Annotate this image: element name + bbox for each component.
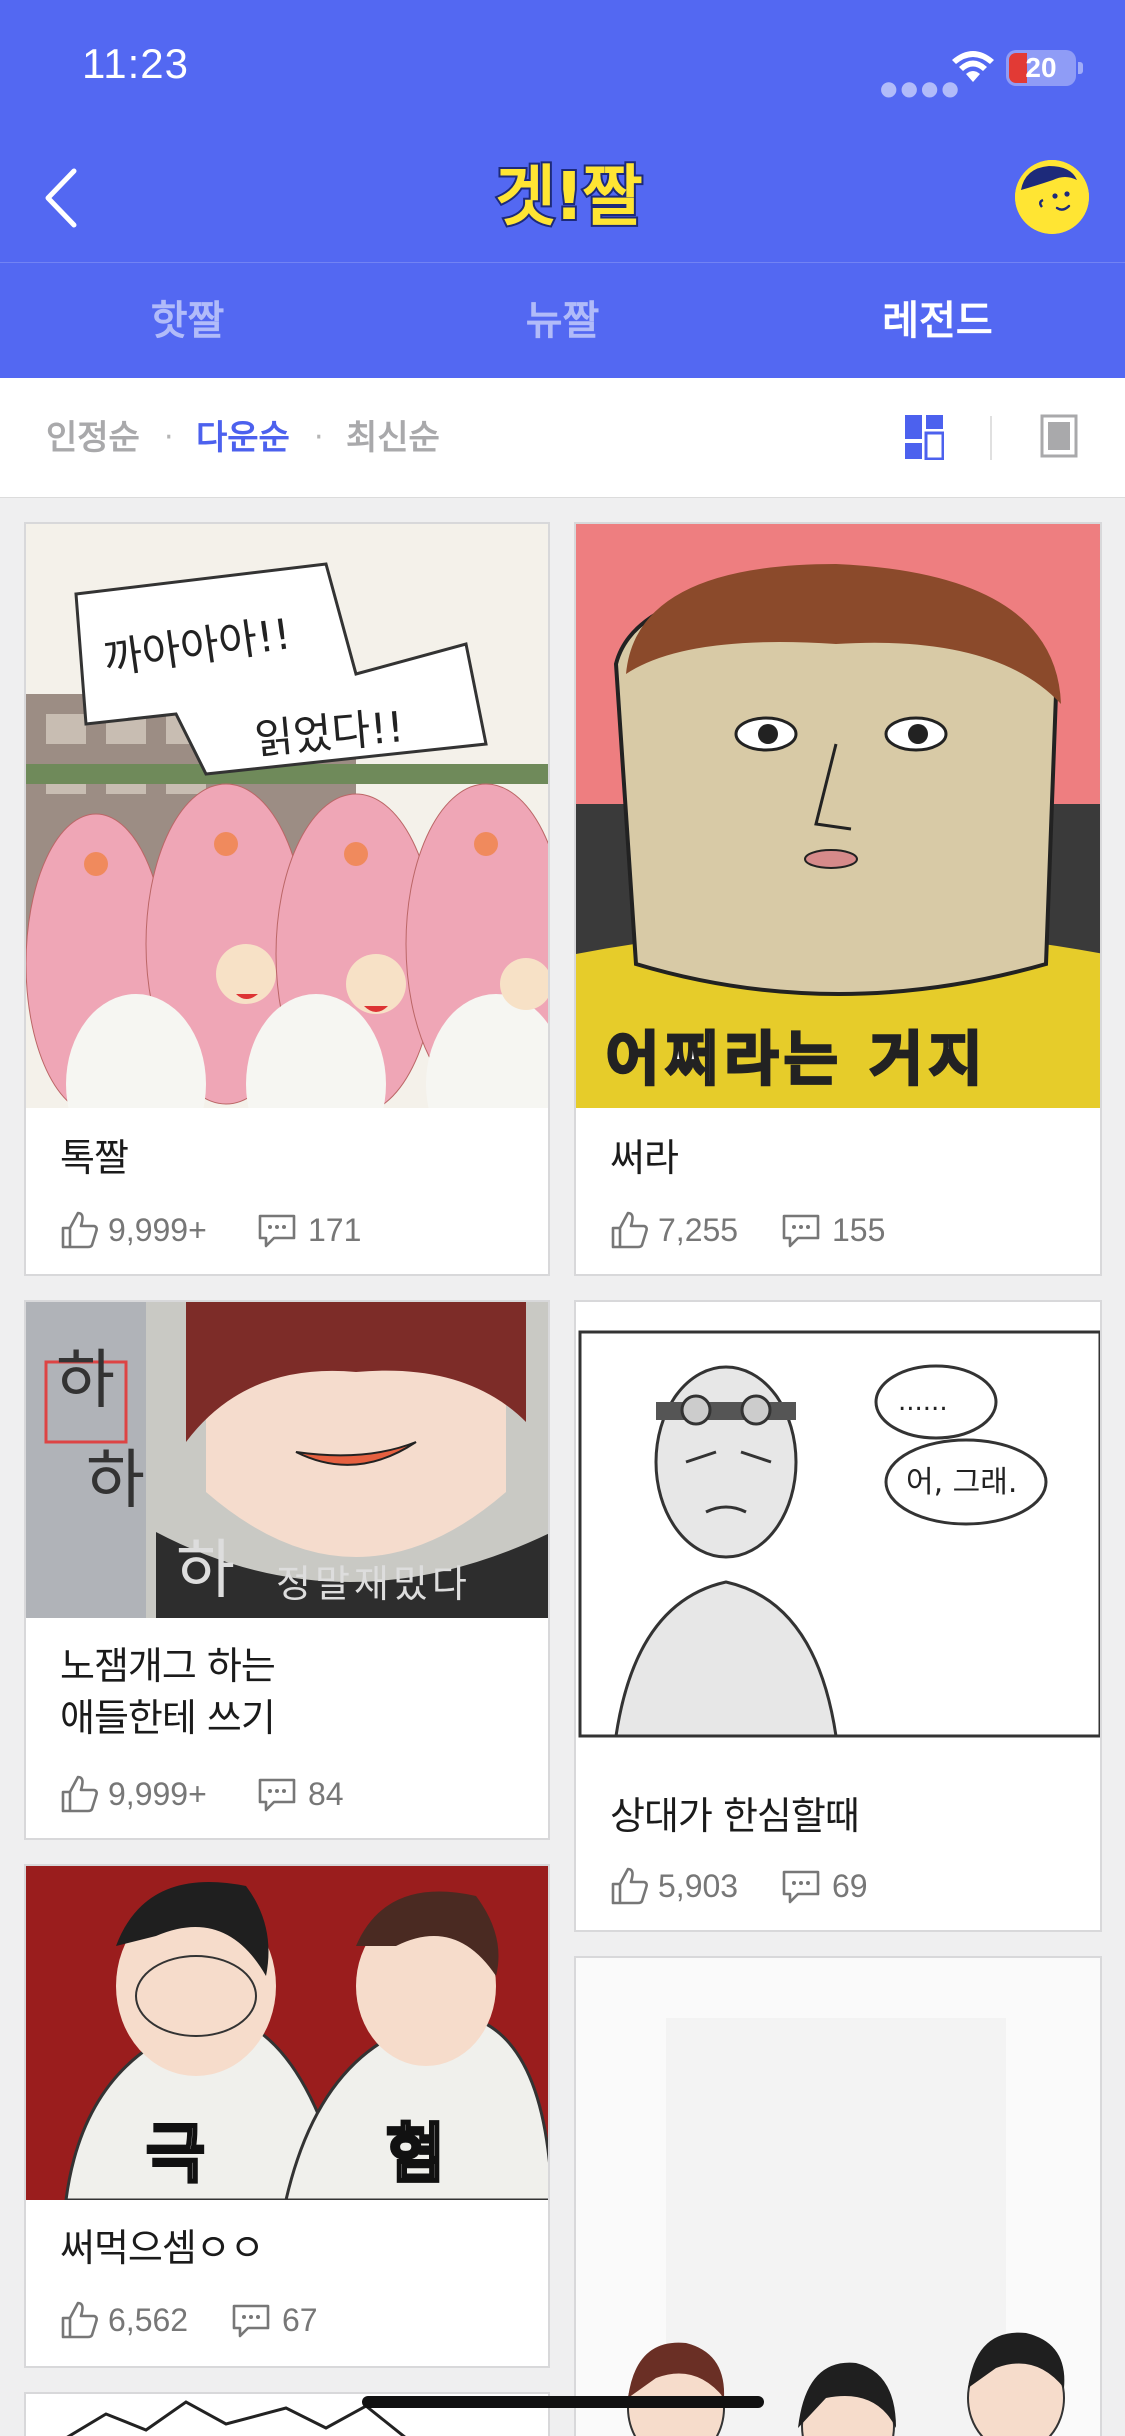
battery-icon: 20 (1006, 50, 1076, 86)
post-title: 써먹으셈ㅇㅇ (60, 2226, 265, 2270)
post-thumbnail[interactable]: 까아아아!! 읽었다!! (26, 524, 548, 1108)
tab-legend[interactable]: 레전드 (750, 263, 1125, 379)
post-thumbnail[interactable]: 극 혐 (26, 1866, 548, 2200)
post-stats: 6,562 67 (60, 2300, 520, 2340)
like-count: 5,903 (658, 1868, 739, 1904)
profile-avatar[interactable] (1015, 160, 1089, 234)
like-thumb-icon (61, 1775, 98, 1813)
list-view-icon[interactable] (1040, 414, 1078, 458)
sort-downloads[interactable]: 다운순 (196, 378, 290, 498)
speech-text: ...... (898, 1387, 948, 1417)
category-tabs: 핫짤 뉴짤 레전드 (0, 262, 1125, 378)
sort-recommended[interactable]: 인정순 (46, 378, 140, 498)
status-time: 11:23 (82, 40, 189, 87)
post-title-line: 애들한테 쓰기 (60, 1696, 276, 1740)
post-card[interactable]: 까아아아!! 읽었다!! 톡짤 9,999+ 171 (24, 522, 550, 1276)
sort-separator: · (164, 420, 174, 455)
like-count: 9,999+ (108, 1776, 207, 1812)
sort-latest[interactable]: 최신순 (346, 378, 440, 498)
post-card[interactable]: 어쩌라는 거지 써라 7,255 155 (574, 522, 1102, 1276)
view-divider (990, 416, 992, 460)
sort-bar: 인정순 · 다운순 · 최신순 (0, 378, 1125, 498)
post-stats: 7,255 155 (610, 1210, 1070, 1250)
sort-separator: · (314, 420, 324, 455)
comment-bubble-icon (258, 1778, 296, 1812)
overlay-text: 극 (146, 2118, 205, 2192)
overlay-text: 하 (86, 1444, 145, 1518)
post-thumbnail[interactable]: 어쩌라는 거지 (576, 524, 1100, 1108)
comment-bubble-icon (258, 1214, 296, 1248)
overlay-text: 하 (176, 1534, 235, 1608)
like-thumb-icon (611, 1211, 648, 1249)
comment-bubble-icon (782, 1214, 820, 1248)
speech-text: 어, 그래. (906, 1465, 1017, 1500)
like-thumb-icon (611, 1867, 648, 1905)
avatar-face-icon (1015, 160, 1089, 234)
app-logo: 겟!짤 (478, 152, 658, 242)
like-thumb-icon (61, 2301, 98, 2339)
comment-count: 84 (308, 1776, 344, 1812)
comment-count: 67 (282, 2302, 318, 2338)
comment-count: 171 (308, 1212, 362, 1248)
post-title-line: 노잼개그 하는 (60, 1644, 276, 1688)
post-stats: 9,999+ 171 (60, 1210, 520, 1250)
post-title: 상대가 한심할때 (610, 1794, 860, 1838)
comment-count: 155 (832, 1212, 886, 1248)
post-card[interactable]: 극 혐 써먹으셈ㅇㅇ 6,562 67 (24, 1864, 550, 2368)
logo-text: 겟!짤 (493, 156, 645, 237)
tab-new[interactable]: 뉴짤 (375, 263, 750, 379)
comment-bubble-icon (782, 1870, 820, 1904)
like-count: 7,255 (658, 1212, 739, 1248)
like-count: 6,562 (108, 2302, 189, 2338)
overlay-text: 혐 (386, 2118, 445, 2192)
comment-bubble-icon (232, 2304, 270, 2338)
post-card[interactable] (574, 1956, 1102, 2436)
status-bar: 11:23 ●●●● 20 (0, 0, 1125, 140)
post-card[interactable]: ...... 어, 그래. 상대가 한심할때 5,903 69 (574, 1300, 1102, 1932)
post-stats: 5,903 69 (610, 1866, 1070, 1906)
post-title: 써라 (610, 1136, 679, 1180)
home-indicator[interactable] (362, 2396, 764, 2408)
caption-text: 어쩌라는 거지 (606, 1025, 988, 1093)
comment-count: 69 (832, 1868, 868, 1904)
like-thumb-icon (61, 1211, 98, 1249)
grid-view-icon[interactable] (904, 414, 944, 460)
post-thumbnail[interactable]: 하 하 하 정말재밌다 (26, 1302, 548, 1618)
overlay-text: 하 (56, 1344, 115, 1418)
post-stats: 9,999+ 84 (60, 1774, 520, 1814)
wifi-icon (952, 51, 994, 82)
battery-tip (1078, 62, 1083, 74)
like-count: 9,999+ (108, 1212, 207, 1248)
back-chevron-icon[interactable] (40, 165, 80, 231)
overlay-text: 정말재밌다 (276, 1562, 471, 1606)
post-thumbnail[interactable]: ...... 어, 그래. (576, 1302, 1100, 1764)
tab-hot[interactable]: 핫짤 (0, 263, 375, 379)
post-thumbnail[interactable] (576, 1958, 1100, 2436)
battery-level: 20 (1025, 52, 1057, 83)
post-title: 노잼개그 하는 애들한테 쓰기 (60, 1640, 276, 1744)
post-title: 톡짤 (60, 1136, 129, 1180)
post-card[interactable]: 하 하 하 정말재밌다 노잼개그 하는 애들한테 쓰기 9,999+ 84 (24, 1300, 550, 1840)
